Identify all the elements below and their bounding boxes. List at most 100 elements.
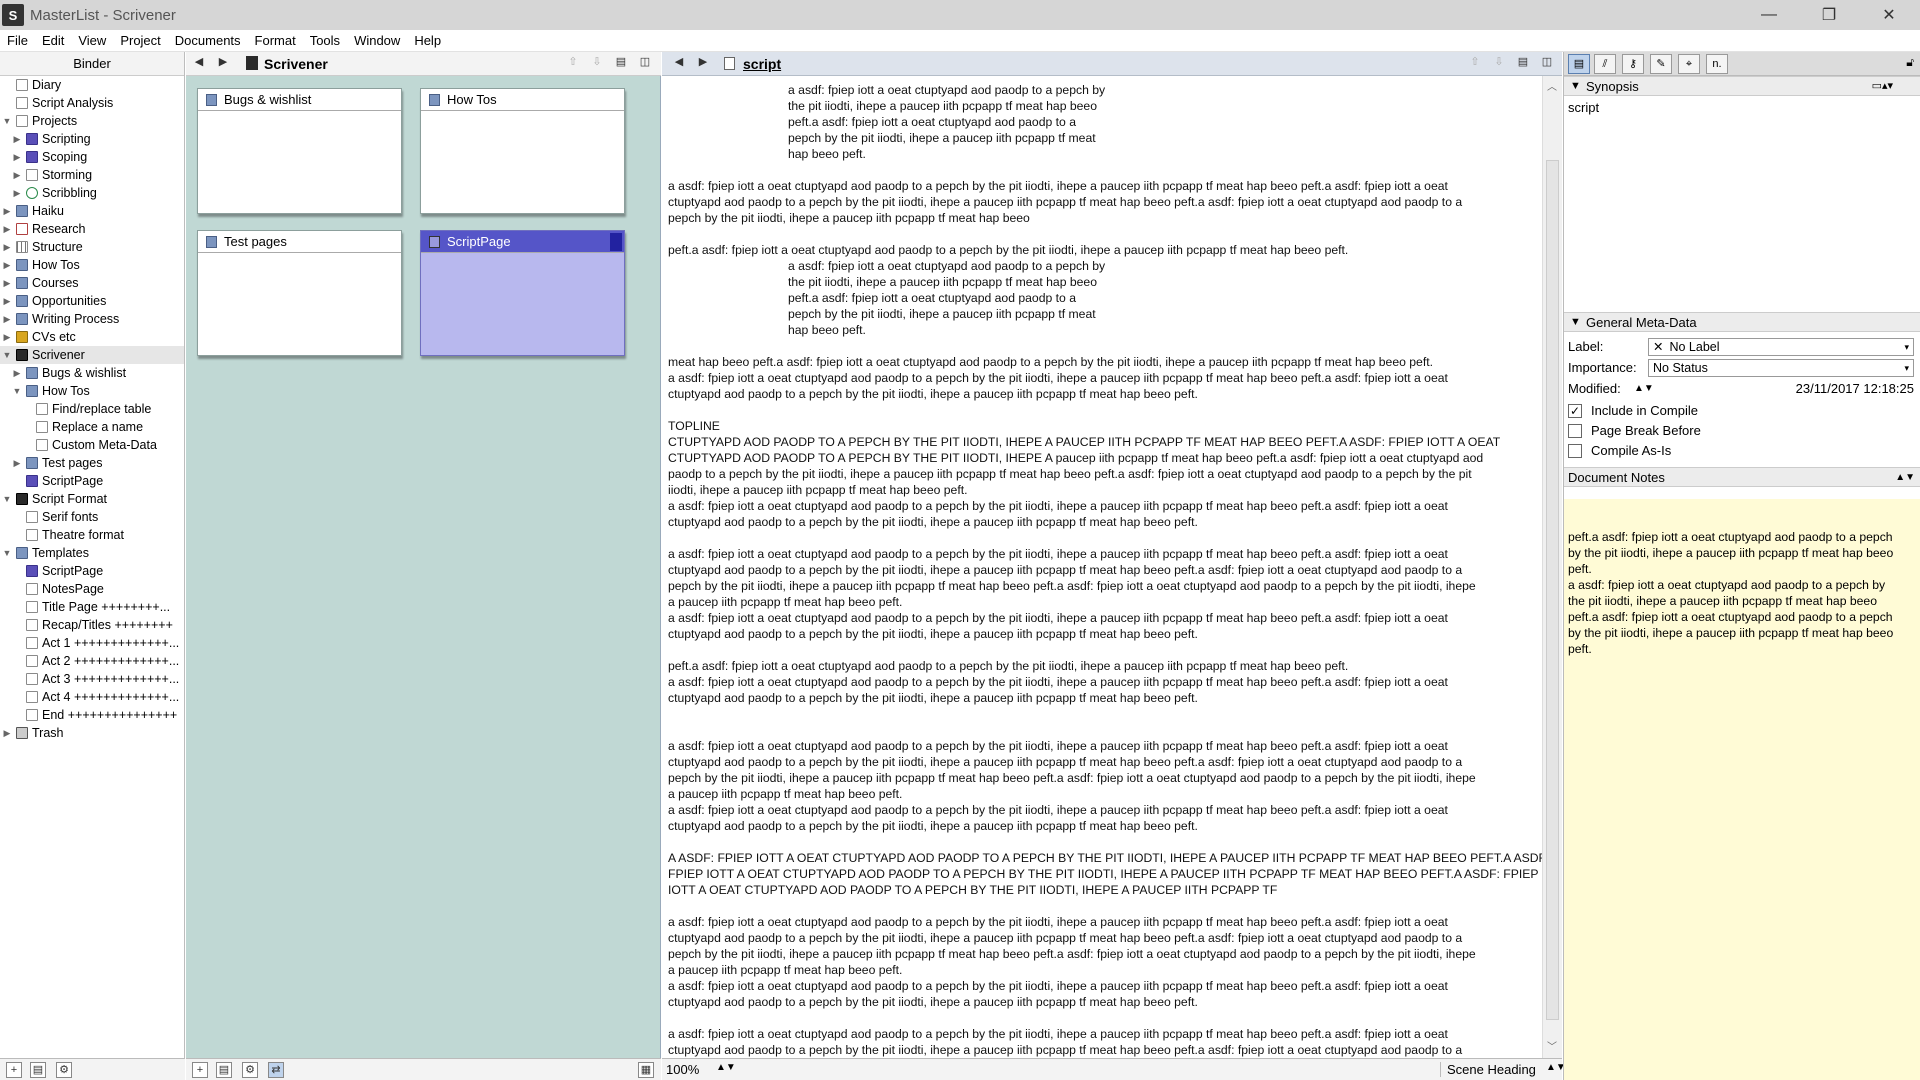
menu-tools[interactable]: Tools <box>303 30 347 52</box>
split-horizontal-icon[interactable]: ▤ <box>612 55 630 68</box>
binder-item[interactable]: ▶ Research <box>0 220 184 238</box>
collapsed-triangle-icon[interactable]: ▶ <box>2 292 12 310</box>
synopsis-header[interactable]: ▼ Synopsis ▭▴▾ <box>1564 76 1920 96</box>
move-down-icon[interactable]: ⇩ <box>588 55 606 68</box>
format-preset[interactable]: Scene Heading <box>1440 1062 1536 1077</box>
binder-item[interactable]: ▼ Projects <box>0 112 184 130</box>
references-tab-icon[interactable]: ⫽ <box>1594 54 1616 74</box>
page-break-checkbox[interactable] <box>1568 424 1582 438</box>
index-card[interactable]: Bugs & wishlist <box>197 88 402 214</box>
zoom-stepper-icon[interactable]: ▲▼ <box>716 1062 736 1073</box>
binder-item[interactable]: Theatre format <box>0 526 184 544</box>
index-card-selected[interactable]: ScriptPage <box>420 230 625 356</box>
binder-item[interactable]: ▶ Scoping <box>0 148 184 166</box>
binder-item[interactable]: ▶ Trash <box>0 724 184 742</box>
binder-item[interactable]: ▼ Scrivener <box>0 346 184 364</box>
binder-item[interactable]: ▶ Scribbling <box>0 184 184 202</box>
menu-window[interactable]: Window <box>347 30 407 52</box>
binder-item[interactable]: ScriptPage <box>0 472 184 490</box>
gear-icon[interactable]: ⚙ <box>242 1062 258 1078</box>
binder-item[interactable]: Serif fonts <box>0 508 184 526</box>
collapsed-triangle-icon[interactable]: ▶ <box>2 220 12 238</box>
expanded-triangle-icon[interactable]: ▼ <box>12 382 22 400</box>
collapsed-triangle-icon[interactable]: ▶ <box>2 310 12 328</box>
move-up-icon[interactable]: ⇧ <box>564 55 582 68</box>
collapsed-triangle-icon[interactable]: ▶ <box>2 238 12 256</box>
expanded-triangle-icon[interactable]: ▼ <box>2 112 12 130</box>
menu-project[interactable]: Project <box>113 30 167 52</box>
grid-view-icon[interactable]: ▦ <box>638 1062 654 1078</box>
forward-arrow-icon[interactable]: ▶ <box>214 55 232 68</box>
split-horizontal-icon[interactable]: ▤ <box>1514 55 1532 68</box>
binder-item[interactable]: ▶ CVs etc <box>0 328 184 346</box>
menu-edit[interactable]: Edit <box>35 30 71 52</box>
binder-item[interactable]: ▶ Scripting <box>0 130 184 148</box>
index-card[interactable]: Test pages <box>197 230 402 356</box>
compile-as-is-checkbox[interactable] <box>1568 444 1582 458</box>
binder-item[interactable]: ▶ Writing Process <box>0 310 184 328</box>
importance-dropdown[interactable]: No Status ▾ <box>1648 359 1914 377</box>
binder-item[interactable]: ▶ How Tos <box>0 256 184 274</box>
binder-item[interactable]: ▼ Script Format <box>0 490 184 508</box>
binder-item[interactable]: Diary <box>0 76 184 94</box>
synopsis-options-icon[interactable]: ▭▴▾ <box>1872 77 1893 96</box>
expanded-triangle-icon[interactable]: ▼ <box>2 346 12 364</box>
add-card-icon[interactable]: + <box>192 1062 208 1078</box>
binder-item[interactable]: ▶ Courses <box>0 274 184 292</box>
swap-icon[interactable]: ⇄ <box>268 1062 284 1078</box>
notes-tab-icon[interactable]: ▤ <box>1568 54 1590 74</box>
include-compile-checkbox[interactable]: ✓ <box>1568 404 1582 418</box>
binder-item[interactable]: ▶ Storming <box>0 166 184 184</box>
snapshots-tab-icon[interactable]: ⌖ <box>1678 54 1700 74</box>
menu-documents[interactable]: Documents <box>168 30 248 52</box>
document-notes-area[interactable]: peft. a asdf: fpiep iott a oeat ctuptyapd… <box>1564 499 1920 1080</box>
general-metadata-header[interactable]: ▼ General Meta-Data <box>1564 312 1920 332</box>
scrollbar-thumb[interactable] <box>1546 160 1559 1020</box>
binder-item[interactable]: ▼ How Tos <box>0 382 184 400</box>
collapsed-triangle-icon[interactable]: ▶ <box>12 454 22 472</box>
binder-item[interactable]: Custom Meta-Data <box>0 436 184 454</box>
menu-help[interactable]: Help <box>407 30 448 52</box>
modified-toggle-icon[interactable]: ▲▼ <box>1634 380 1654 398</box>
binder-item[interactable]: Recap/Titles ++++++++ <box>0 616 184 634</box>
binder-item[interactable]: End +++++++++++++++ <box>0 706 184 724</box>
binder-item[interactable]: Script Analysis <box>0 94 184 112</box>
move-up-icon[interactable]: ⇧ <box>1466 55 1484 68</box>
split-vertical-icon[interactable]: ◫ <box>1538 55 1556 68</box>
text-editor[interactable]: a asdf: fpiep iott a oeat ctuptyapd aod … <box>662 76 1542 1058</box>
binder-item[interactable]: Act 2 +++++++++++++... <box>0 652 184 670</box>
collapsed-triangle-icon[interactable]: ▶ <box>2 724 12 742</box>
binder-item[interactable]: Act 1 +++++++++++++... <box>0 634 184 652</box>
binder-item[interactable]: ScriptPage <box>0 562 184 580</box>
gear-icon[interactable]: ⚙ <box>56 1062 72 1078</box>
document-notes-header[interactable]: Document Notes ▲▼ <box>1564 467 1920 487</box>
back-arrow-icon[interactable]: ◀ <box>190 55 208 68</box>
collapse-triangle-icon[interactable]: ▼ <box>1570 77 1581 96</box>
binder-item[interactable]: ▶ Haiku <box>0 202 184 220</box>
minimize-button[interactable]: — <box>1746 0 1792 30</box>
collapsed-triangle-icon[interactable]: ▶ <box>12 130 22 148</box>
maximize-button[interactable]: ❐ <box>1806 0 1852 30</box>
add-document-icon[interactable]: + <box>6 1062 22 1078</box>
zoom-level[interactable]: 100% <box>666 1062 699 1077</box>
menu-file[interactable]: File <box>0 30 35 52</box>
menu-view[interactable]: View <box>71 30 113 52</box>
collapsed-triangle-icon[interactable]: ▶ <box>2 274 12 292</box>
lock-icon[interactable]: 🔓︎ <box>1906 55 1914 70</box>
notes-selector-icon[interactable]: ▲▼ <box>1895 468 1915 487</box>
index-card[interactable]: How Tos <box>420 88 625 214</box>
binder-item[interactable]: ▼ Templates <box>0 544 184 562</box>
binder-item[interactable]: NotesPage <box>0 580 184 598</box>
collapsed-triangle-icon[interactable]: ▶ <box>2 328 12 346</box>
label-dropdown[interactable]: ✕ No Label ▾ <box>1648 338 1914 356</box>
binder-item[interactable]: Act 3 +++++++++++++... <box>0 670 184 688</box>
keywords-tab-icon[interactable]: ⚷ <box>1622 54 1644 74</box>
comments-tab-icon[interactable]: ✎ <box>1650 54 1672 74</box>
split-vertical-icon[interactable]: ◫ <box>636 55 654 68</box>
menu-format[interactable]: Format <box>248 30 303 52</box>
expanded-triangle-icon[interactable]: ▼ <box>2 490 12 508</box>
add-folder-icon[interactable]: ▤ <box>30 1062 46 1078</box>
close-button[interactable]: ✕ <box>1866 0 1912 30</box>
binder-item[interactable]: ▶ Structure <box>0 238 184 256</box>
binder-item[interactable]: ▶ Bugs & wishlist <box>0 364 184 382</box>
